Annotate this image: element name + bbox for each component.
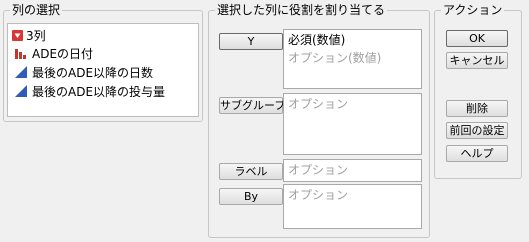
subgroup-role-button[interactable]: サブグループ bbox=[219, 97, 285, 114]
column-item-dose-since-ade[interactable]: 最後のADE以降の投与量 bbox=[14, 82, 165, 100]
column-count-label: 3列 bbox=[26, 28, 46, 43]
continuous-triangle-icon bbox=[14, 65, 32, 79]
nominal-bar-icon bbox=[14, 46, 32, 60]
remove-button[interactable]: 削除 bbox=[446, 100, 508, 117]
column-item-days-since-ade[interactable]: 最後のADE以降の日数 bbox=[14, 63, 153, 81]
column-list: 3列 ADEの日付 最後のADE以降の日数 最後のADE以降の投与量 bbox=[7, 23, 199, 117]
y-required-label: 必須(数値) bbox=[288, 33, 346, 47]
by-drop-zone[interactable]: オプション bbox=[283, 184, 422, 229]
y-optional-placeholder: オプション(数値) bbox=[288, 51, 382, 65]
label-drop-zone[interactable]: オプション bbox=[283, 159, 422, 182]
actions-group: アクション OK キャンセル 削除 前回の設定 ヘルプ bbox=[434, 3, 522, 179]
role-assignment-title: 選択した列に役割を割り当てる bbox=[215, 3, 388, 17]
label-role-button[interactable]: ラベル bbox=[219, 163, 283, 180]
column-count-toggle[interactable]: 3列 bbox=[12, 26, 46, 44]
recall-button[interactable]: 前回の設定 bbox=[446, 122, 508, 139]
y-role-drop-zone[interactable]: 必須(数値) オプション(数値) bbox=[283, 29, 422, 89]
column-selection-group: 列の選択 3列 ADEの日付 最後のADE以降の日数 最後のADE以降の投与量 bbox=[3, 3, 203, 122]
collapse-triangle-icon bbox=[12, 29, 23, 41]
ok-button[interactable]: OK bbox=[446, 30, 508, 47]
continuous-triangle-icon bbox=[14, 84, 32, 98]
column-item-label: 最後のADE以降の日数 bbox=[32, 65, 154, 80]
column-item-label: 最後のADE以降の投与量 bbox=[32, 84, 166, 99]
subgroup-placeholder: オプション bbox=[288, 97, 349, 111]
label-placeholder: オプション bbox=[288, 163, 349, 177]
by-role-button[interactable]: By bbox=[219, 188, 283, 205]
column-selection-title: 列の選択 bbox=[10, 3, 63, 17]
help-button[interactable]: ヘルプ bbox=[446, 145, 508, 162]
role-assignment-group: 選択した列に役割を割り当てる Y 必須(数値) オプション(数値) サブグループ… bbox=[208, 3, 430, 238]
column-item-ade-date[interactable]: ADEの日付 bbox=[14, 44, 93, 62]
subgroup-drop-zone[interactable]: オプション bbox=[283, 93, 422, 155]
column-item-label: ADEの日付 bbox=[32, 46, 94, 61]
by-placeholder: オプション bbox=[288, 188, 349, 202]
y-role-button[interactable]: Y bbox=[219, 33, 283, 50]
cancel-button[interactable]: キャンセル bbox=[446, 52, 508, 69]
actions-title: アクション bbox=[441, 3, 505, 17]
